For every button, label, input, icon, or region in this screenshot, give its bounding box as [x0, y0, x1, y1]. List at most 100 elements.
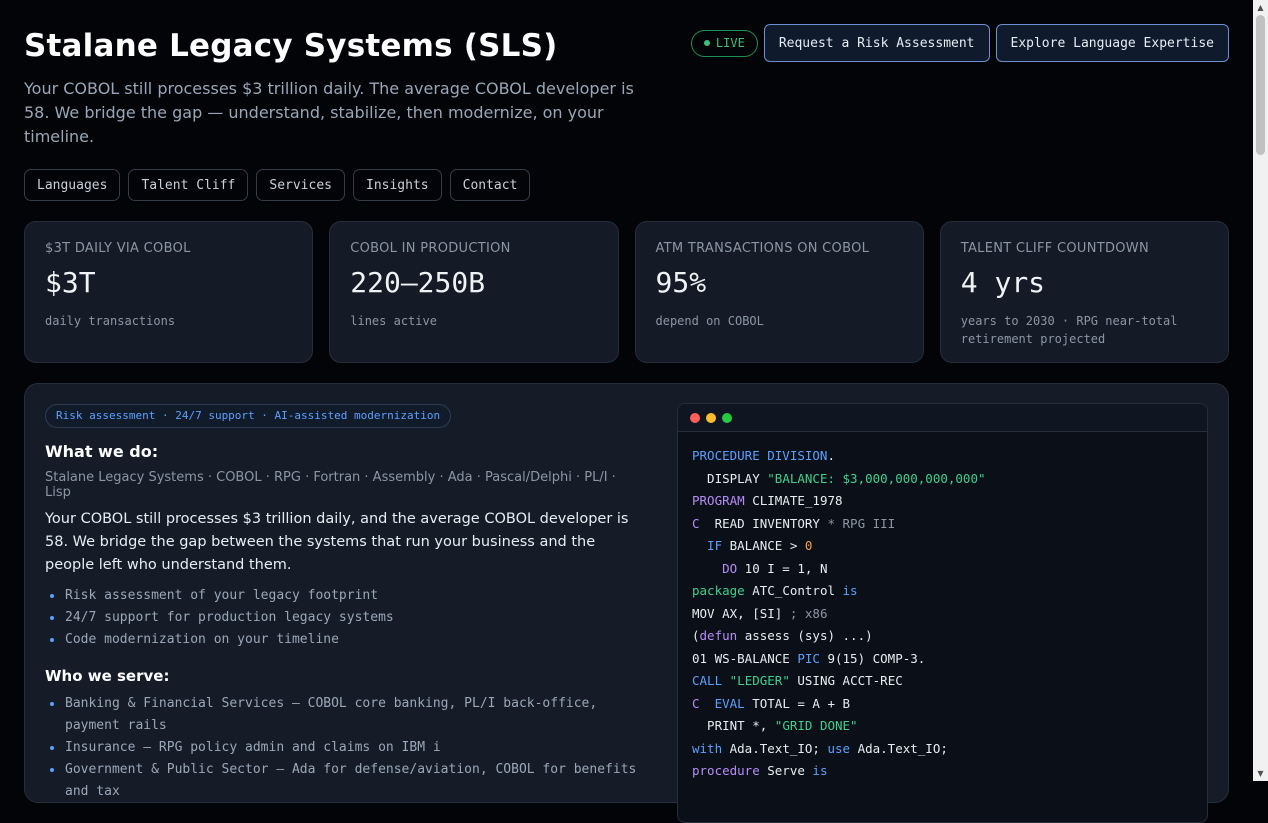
code-window: PROCEDURE DIVISION. DISPLAY "BALANCE: $3…: [677, 403, 1208, 823]
code-token: package: [692, 583, 745, 598]
code-token: assess (sys) ...): [737, 628, 873, 643]
code-token: MOV AX, [SI]: [692, 605, 790, 621]
stats-row: $3T DAILY VIA COBOL $3T daily transactio…: [24, 221, 1229, 363]
code-token: use: [827, 740, 851, 756]
stat-value: 4 yrs: [960, 266, 1046, 299]
main-panel: Risk assessment · 24/7 support · AI-assi…: [24, 383, 1229, 823]
code-line: CALL "LEDGER" USING ACCT-REC: [692, 670, 1207, 693]
code-token: CALL: [692, 673, 723, 688]
what-we-do-heading: What we do:: [45, 442, 159, 461]
nav-bar: Languages Talent Cliff Services Insights…: [24, 169, 531, 201]
scroll-down-arrow-icon[interactable]: ▼: [1253, 766, 1268, 781]
list-item: 24/7 support for production legacy syste…: [50, 607, 645, 629]
code-token: * RPG III: [827, 515, 896, 531]
stat-value: $3T: [45, 266, 96, 299]
code-token: is: [812, 763, 828, 778]
code-token: with: [692, 740, 723, 756]
code-token: C: [692, 695, 700, 711]
stat-note: depend on COBOL: [655, 314, 764, 328]
code-token: ATC_Control: [744, 583, 843, 598]
stat-card: COBOL IN PRODUCTION 220–250B lines activ…: [329, 221, 619, 363]
nav-item-insights[interactable]: Insights: [353, 169, 442, 201]
code-line: PRINT *, "GRID DONE": [692, 715, 1207, 738]
nav-item-talent-cliff[interactable]: Talent Cliff: [128, 169, 249, 201]
code-token: "LEDGER": [729, 673, 790, 688]
code-line: (defun assess (sys) ...): [692, 625, 1207, 648]
code-line: DO 10 I = 1, N: [692, 558, 1207, 581]
code-token: defun: [699, 628, 738, 643]
code-token: PIC: [797, 650, 820, 666]
stat-label: TALENT CLIFF COUNTDOWN: [960, 241, 1149, 256]
what-we-do-list: Risk assessment of your legacy footprint…: [45, 585, 645, 651]
request-risk-assessment-button[interactable]: Request a Risk Assessment: [763, 24, 990, 62]
code-token: PROCEDURE DIVISION: [692, 448, 828, 463]
code-token: ; x86: [789, 605, 828, 621]
code-line: with Ada.Text_IO; use Ada.Text_IO;: [692, 738, 1207, 761]
page-subtitle: Your COBOL still processes $3 trillion d…: [24, 79, 634, 146]
explore-language-expertise-button[interactable]: Explore Language Expertise: [995, 24, 1229, 62]
stat-card: $3T DAILY VIA COBOL $3T daily transactio…: [24, 221, 314, 363]
code-token: READ INVENTORY: [699, 515, 828, 531]
maximize-dot-icon: [722, 412, 732, 423]
code-token: .: [827, 448, 835, 463]
code-token: CLIMATE_1978: [744, 493, 843, 508]
code-line: C READ INVENTORY * RPG III: [692, 513, 1207, 536]
code-line: IF BALANCE > 0: [692, 535, 1207, 558]
code-token: (: [692, 628, 700, 643]
list-item: Insurance — RPG policy admin and claims …: [50, 737, 645, 759]
code-token: 10 I = 1, N: [737, 560, 828, 576]
code-window-titlebar: [678, 404, 1207, 432]
services-summary: Risk assessment · 24/7 support · AI-assi…: [45, 404, 645, 803]
code-listing: PROCEDURE DIVISION. DISPLAY "BALANCE: $3…: [678, 432, 1207, 783]
scroll-thumb[interactable]: [1256, 15, 1265, 155]
code-token: "GRID DONE": [774, 718, 858, 733]
code-line: PROGRAM CLIMATE_1978: [692, 490, 1207, 513]
code-token: PRINT *,: [692, 718, 775, 733]
code-line: DISPLAY "BALANCE: $3,000,000,000,000": [692, 468, 1207, 491]
code-line: C EVAL TOTAL = A + B: [692, 693, 1207, 716]
stat-card: TALENT CLIFF COUNTDOWN 4 yrs years to 20…: [939, 221, 1229, 363]
nav-item-services[interactable]: Services: [256, 169, 345, 201]
nav-item-languages[interactable]: Languages: [24, 169, 121, 201]
list-item: Risk assessment of your legacy footprint: [50, 585, 645, 607]
code-token: TOTAL = A + B: [744, 695, 851, 711]
stat-value: 220–250B: [350, 266, 486, 299]
page-scrollbar[interactable]: ▲ ▼: [1253, 0, 1268, 781]
code-token: "BALANCE: $3,000,000,000,000": [767, 470, 986, 486]
stat-note: lines active: [350, 314, 437, 328]
code-line: PROCEDURE DIVISION.: [692, 445, 1207, 468]
stat-note: daily transactions: [45, 314, 176, 328]
page-title: Stalane Legacy Systems (SLS): [24, 28, 558, 64]
code-token: Ada.Text_IO;: [850, 740, 948, 756]
services-chip: Risk assessment · 24/7 support · AI-assi…: [45, 404, 452, 428]
code-token: EVAL: [714, 695, 745, 711]
code-line: package ATC_Control is: [692, 580, 1207, 603]
intro-paragraph: Your COBOL still processes $3 trillion d…: [45, 511, 629, 573]
live-dot-icon: [703, 40, 710, 46]
list-item: Banking & Financial Services — COBOL cor…: [50, 693, 645, 737]
scroll-up-arrow-icon[interactable]: ▲: [1253, 0, 1268, 15]
code-token: PROGRAM: [692, 493, 745, 508]
language-list: Stalane Legacy Systems · COBOL · RPG · F…: [45, 470, 616, 500]
code-token: DO: [692, 560, 738, 576]
code-token: IF: [692, 538, 723, 553]
code-token: is: [842, 583, 858, 598]
header-actions: LIVE Request a Risk Assessment Explore L…: [690, 24, 1229, 62]
close-dot-icon: [690, 412, 700, 423]
stat-card: ATM TRANSACTIONS ON COBOL 95% depend on …: [634, 221, 924, 363]
nav-item-contact[interactable]: Contact: [449, 169, 531, 201]
list-item: Code modernization on your timeline: [50, 629, 645, 651]
code-token: 0: [804, 538, 813, 553]
code-token: Serve: [759, 763, 813, 778]
code-token: 01 WS-BALANCE: [692, 650, 798, 666]
stat-label: ATM TRANSACTIONS ON COBOL: [655, 241, 870, 256]
code-token: USING ACCT-REC: [789, 673, 903, 688]
stat-label: $3T DAILY VIA COBOL: [45, 241, 191, 256]
code-token: Ada.Text_IO;: [722, 740, 828, 756]
list-item: Government & Public Sector — Ada for def…: [50, 759, 645, 803]
code-token: procedure: [692, 763, 760, 778]
live-label: LIVE: [715, 36, 745, 50]
code-token: 9(15) COMP-3.: [819, 650, 926, 666]
